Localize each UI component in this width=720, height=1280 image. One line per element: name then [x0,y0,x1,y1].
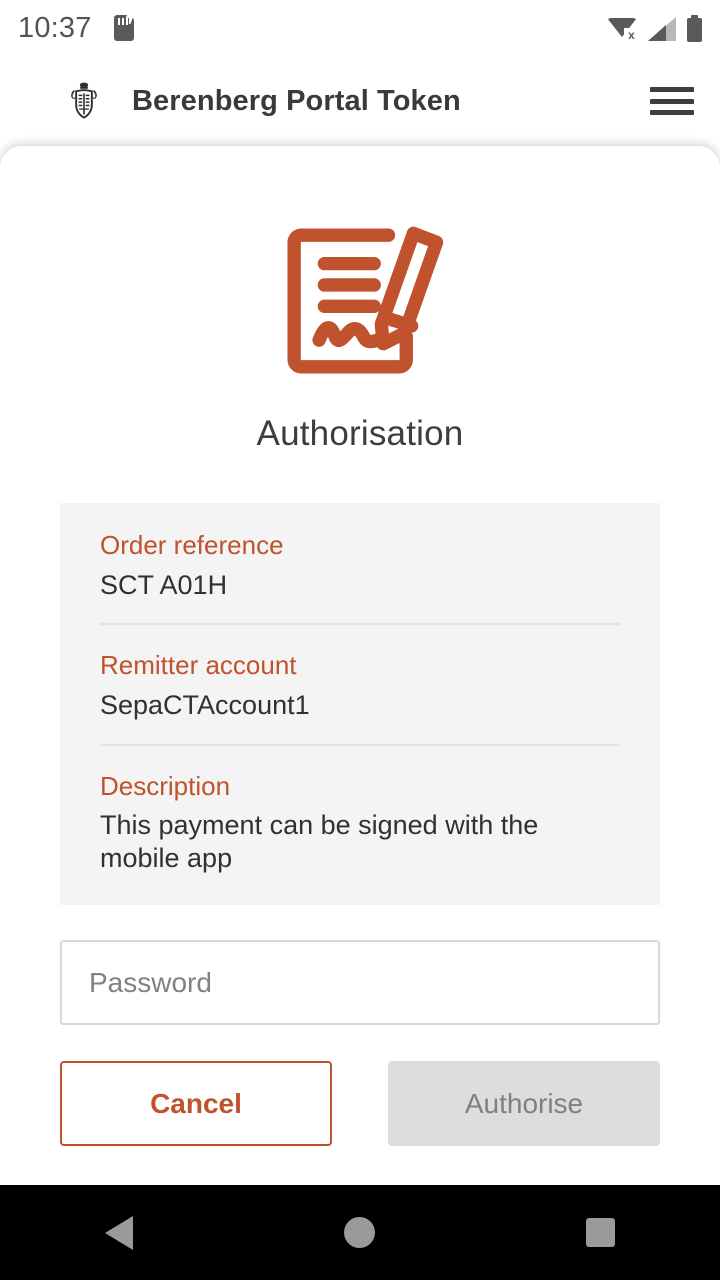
cellular-signal-icon [648,15,676,41]
app-title: Berenberg Portal Token [132,84,461,117]
phone-screen: 10:37 x Berenberg Portal Token Authorisa… [0,0,720,1280]
action-buttons: Cancel Authorise [60,1061,660,1147]
detail-value: This payment can be signed with the mobi… [100,810,539,874]
password-field[interactable] [60,940,660,1026]
content-card: Authorisation Order reference SCT A01H R… [0,146,720,1185]
hamburger-menu-icon[interactable] [650,85,694,117]
home-circle-icon[interactable] [343,1217,375,1248]
hero-icon-container [0,212,720,390]
payment-details-panel: Order reference SCT A01H Remitter accoun… [60,503,660,906]
recents-square-icon[interactable] [585,1218,615,1247]
detail-label: Remitter account [100,650,297,681]
detail-label: Description [100,770,231,801]
wifi-off-icon: x [607,15,639,43]
detail-row-description: Description This payment can be signed w… [100,743,620,875]
detail-row-order-reference: Order reference SCT A01H [100,529,620,601]
back-triangle-icon[interactable] [105,1215,134,1250]
app-bar: Berenberg Portal Token [0,56,720,146]
page-title: Authorisation [256,414,464,453]
android-nav-bar [0,1185,720,1280]
status-time: 10:37 [18,11,92,44]
detail-label: Order reference [100,530,284,560]
berenberg-crest-icon [71,82,97,119]
status-bar: 10:37 x [0,0,720,56]
status-indicators: x [607,14,702,43]
authorise-button[interactable]: Authorise [388,1061,660,1147]
sd-card-icon [113,15,134,41]
detail-row-remitter-account: Remitter account SepaCTAccount1 [100,623,620,721]
battery-full-icon [687,14,702,42]
cancel-button[interactable]: Cancel [60,1061,332,1147]
password-input[interactable] [89,966,631,999]
document-signature-icon [287,226,444,374]
detail-value: SCT A01H [100,569,228,600]
detail-value: SepaCTAccount1 [100,689,310,720]
